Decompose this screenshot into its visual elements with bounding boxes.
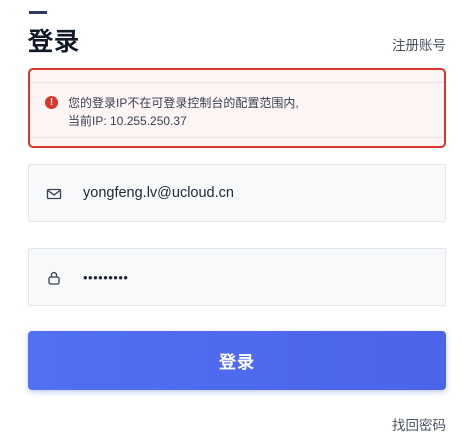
title-accent-bar bbox=[29, 11, 47, 14]
login-page: 登录 注册账号 ! 您的登录IP不在可登录控制台的配置范围内, 当前IP: 10… bbox=[0, 0, 472, 445]
lock-icon bbox=[48, 271, 60, 285]
login-button[interactable]: 登录 bbox=[28, 331, 446, 390]
password-field[interactable]: ••••••••• bbox=[28, 248, 446, 306]
alert-current-ip: 当前IP: 10.255.250.37 bbox=[68, 114, 187, 128]
mail-icon bbox=[46, 188, 62, 200]
register-account-link[interactable]: 注册账号 bbox=[392, 34, 446, 54]
exclamation-icon: ! bbox=[45, 96, 58, 109]
password-input[interactable]: ••••••••• bbox=[83, 270, 423, 285]
alert-message: 您的登录IP不在可登录控制台的配置范围内, bbox=[68, 96, 299, 110]
email-field[interactable] bbox=[28, 164, 446, 222]
ip-restriction-alert: ! 您的登录IP不在可登录控制台的配置范围内, 当前IP: 10.255.250… bbox=[28, 68, 446, 148]
forgot-password-link[interactable]: 找回密码 bbox=[392, 414, 446, 434]
page-title: 登录 bbox=[28, 28, 81, 56]
email-input[interactable] bbox=[83, 185, 423, 201]
